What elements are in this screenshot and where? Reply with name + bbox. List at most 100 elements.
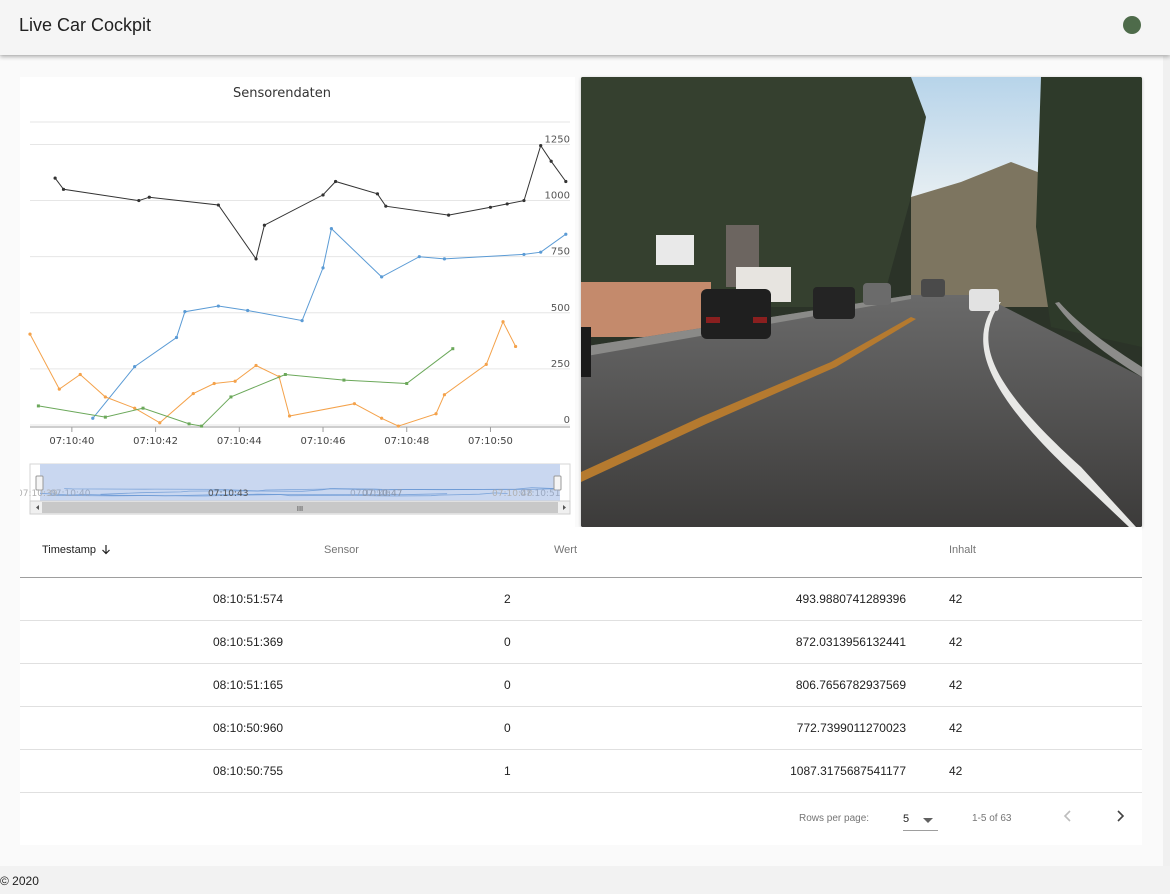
table-row[interactable]: 08:10:50:755 1 1087.3175687541177 42: [20, 750, 1142, 793]
data-point[interactable]: [147, 195, 151, 199]
data-point[interactable]: [539, 143, 543, 148]
data-point[interactable]: [300, 319, 304, 323]
zoom-handle-left[interactable]: [35, 475, 44, 491]
column-header-timestamp[interactable]: Timestamp: [42, 544, 111, 556]
data-point[interactable]: [287, 414, 292, 418]
data-point[interactable]: [375, 192, 380, 196]
column-header-wert[interactable]: Wert: [554, 544, 577, 556]
data-point[interactable]: [321, 193, 325, 197]
data-point[interactable]: [434, 412, 438, 416]
data-point[interactable]: [91, 416, 95, 420]
rows-per-page-select[interactable]: 5: [903, 807, 938, 831]
table-row[interactable]: 08:10:51:369 0 872.0313956132441 42: [20, 621, 1142, 664]
column-header-inhalt[interactable]: Inhalt: [949, 544, 976, 556]
data-point[interactable]: [484, 362, 488, 366]
data-point[interactable]: [141, 406, 145, 410]
data-point[interactable]: [103, 415, 107, 419]
data-point[interactable]: [442, 393, 447, 397]
previous-page-button[interactable]: [1055, 803, 1081, 829]
table-row[interactable]: 08:10:51:165 0 806.7656782937569 42: [20, 664, 1142, 707]
data-point[interactable]: [447, 213, 451, 217]
cell-wert: 806.7656782937569: [795, 678, 906, 692]
data-point[interactable]: [191, 391, 195, 396]
data-point[interactable]: [36, 404, 40, 408]
connection-status-indicator: [1123, 16, 1141, 34]
cell-wert: 772.7399011270023: [796, 721, 906, 735]
data-point[interactable]: [522, 198, 526, 203]
data-point[interactable]: [158, 421, 162, 425]
data-point[interactable]: [380, 275, 384, 279]
data-point[interactable]: [329, 227, 333, 231]
sort-descending-icon[interactable]: [101, 544, 111, 555]
data-point[interactable]: [283, 373, 287, 376]
data-point[interactable]: [61, 187, 66, 191]
page-scrollbar[interactable]: [1163, 56, 1170, 866]
data-point[interactable]: [505, 202, 509, 206]
data-zoom-slider[interactable]: 07:10:39 07:10:40 07:10:43 07:10:46 07:1…: [17, 463, 571, 502]
data-point[interactable]: [57, 387, 61, 391]
data-point[interactable]: [229, 395, 233, 399]
data-point[interactable]: [549, 159, 553, 163]
data-point[interactable]: [513, 344, 518, 349]
data-point[interactable]: [564, 179, 568, 184]
data-point[interactable]: [396, 424, 400, 428]
data-point[interactable]: [133, 365, 137, 369]
data-point[interactable]: [451, 347, 455, 351]
data-point[interactable]: [501, 320, 505, 324]
data-point[interactable]: [522, 252, 526, 257]
camera-feed: [581, 77, 1142, 527]
table-row[interactable]: 08:10:51:574 2 493.9880741289396 42: [20, 578, 1142, 621]
data-point[interactable]: [380, 416, 384, 420]
data-point[interactable]: [53, 176, 57, 180]
data-point[interactable]: [174, 335, 179, 340]
y-tick-label: 1000: [545, 191, 570, 202]
data-point[interactable]: [405, 381, 409, 385]
data-point[interactable]: [321, 266, 325, 270]
data-point[interactable]: [216, 304, 220, 308]
data-point[interactable]: [233, 379, 237, 383]
x-tick-label: 07:10:50: [468, 436, 513, 447]
data-point[interactable]: [262, 223, 267, 227]
table-row[interactable]: 08:10:50:960 0 772.7399011270023 42: [20, 707, 1142, 750]
sensor-line-chart[interactable]: Sensorendaten 0 250 500 750 1000 1250 07:10:4…: [17, 77, 575, 527]
rows-per-page-label: Rows per page:: [799, 813, 870, 824]
data-point[interactable]: [488, 205, 493, 209]
data-point[interactable]: [539, 250, 543, 254]
data-point[interactable]: [137, 198, 141, 203]
y-tick-label: 500: [551, 303, 570, 314]
data-point[interactable]: [187, 422, 191, 426]
data-point[interactable]: [442, 257, 447, 261]
series-line: [54, 144, 567, 261]
data-point[interactable]: [352, 402, 357, 406]
data-point[interactable]: [133, 406, 137, 410]
chart-horizontal-scrollbar[interactable]: III: [29, 500, 571, 515]
data-point[interactable]: [333, 179, 338, 184]
cell-inhalt: 42: [949, 592, 963, 606]
column-header-sensor[interactable]: Sensor: [324, 544, 359, 556]
rows-per-page-value: 5: [903, 813, 910, 825]
app-bar: Live Car Cockpit: [0, 0, 1170, 55]
chart-series-1: [91, 227, 568, 420]
data-point[interactable]: [78, 372, 82, 377]
data-point[interactable]: [254, 257, 258, 261]
data-point[interactable]: [212, 381, 216, 386]
data-point[interactable]: [28, 332, 32, 336]
y-axis-ticks: 0 250 500 750 1000 1250: [545, 134, 570, 426]
data-point[interactable]: [183, 310, 187, 314]
sensor-chart-card: Sensorendaten 0 250 500 750 1000 1250 07:10:4…: [17, 77, 575, 527]
cell-sensor: 2: [504, 592, 511, 606]
data-point[interactable]: [564, 232, 568, 236]
cell-inhalt: 42: [949, 721, 963, 735]
data-point[interactable]: [103, 395, 107, 399]
zoom-handle-right[interactable]: [553, 475, 562, 491]
cell-wert: 493.9880741289396: [795, 592, 906, 606]
data-point[interactable]: [417, 255, 421, 259]
scrollbar-grip: III: [297, 505, 303, 513]
data-point[interactable]: [254, 363, 258, 368]
data-point[interactable]: [200, 424, 204, 428]
data-point[interactable]: [384, 204, 388, 208]
next-page-button[interactable]: [1107, 803, 1133, 829]
data-point[interactable]: [246, 308, 250, 313]
data-point[interactable]: [342, 378, 346, 382]
data-point[interactable]: [216, 203, 220, 207]
